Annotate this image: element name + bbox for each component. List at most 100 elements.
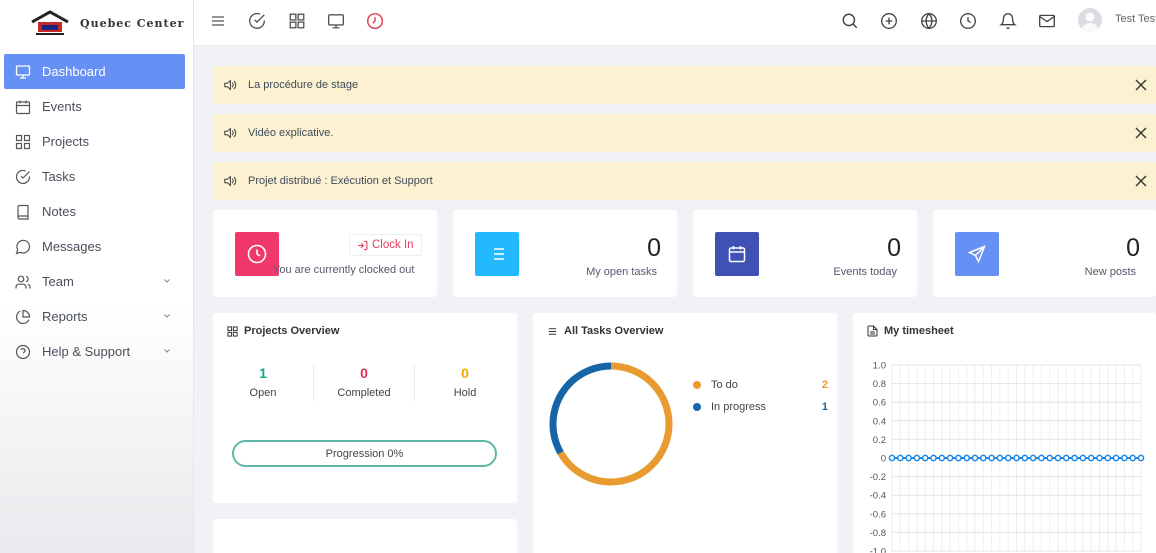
brand-logo [26, 8, 74, 38]
sidebar-item-label: Team [42, 274, 74, 289]
data-point[interactable] [913, 454, 921, 462]
brand[interactable]: Quebec Center [0, 0, 194, 46]
data-point[interactable] [1013, 454, 1020, 462]
data-point[interactable] [979, 454, 987, 462]
sidebar-item-label: Projects [42, 134, 89, 149]
book-icon [17, 204, 29, 220]
data-point[interactable] [1029, 454, 1037, 462]
sidebar-item-projects[interactable]: Projects [4, 124, 185, 159]
legend-count: 2 [821, 379, 828, 391]
data-point[interactable] [1046, 454, 1054, 462]
legend-todo[interactable]: To do 2 [693, 379, 828, 391]
data-point[interactable] [1054, 454, 1062, 462]
sidebar-item-team[interactable]: Team [4, 264, 185, 299]
sidebar-item-messages[interactable]: Messages [4, 229, 185, 264]
projects-open[interactable]: 1 Open [213, 365, 313, 399]
clock-in-button[interactable]: Clock In [349, 234, 422, 256]
announcement-banner[interactable]: Vidéo explicative. [213, 114, 1156, 152]
grid-icon[interactable] [288, 12, 306, 30]
data-point[interactable] [971, 454, 979, 462]
file-icon [867, 325, 878, 337]
data-point[interactable] [1071, 454, 1078, 462]
brand-name: Quebec Center [80, 16, 185, 30]
data-point[interactable] [1079, 454, 1087, 462]
data-point[interactable] [963, 454, 971, 462]
data-point[interactable] [1137, 454, 1145, 462]
announcement-banner[interactable]: Projet distribué : Exécution et Support [213, 162, 1156, 200]
data-point[interactable] [1121, 454, 1128, 462]
sidebar-item-label: Reports [42, 309, 88, 324]
open-tasks-card[interactable]: 0 My open tasks [453, 210, 677, 297]
plus-circle-icon[interactable] [880, 12, 898, 30]
new-posts-card[interactable]: 0 New posts [933, 210, 1156, 297]
calendar-icon [728, 246, 746, 263]
send-icon [967, 245, 986, 264]
data-point[interactable] [1062, 454, 1070, 462]
announcement-text[interactable]: Projet distribué : Exécution et Support [248, 175, 433, 187]
data-point[interactable] [1021, 454, 1029, 462]
data-point[interactable] [930, 454, 937, 462]
data-point[interactable] [888, 454, 896, 462]
data-point[interactable] [988, 454, 995, 462]
clock-in-label: Clock In [372, 239, 414, 251]
pie-chart-icon [16, 309, 31, 324]
sidebar-item-notes[interactable]: Notes [4, 194, 185, 229]
mail-icon[interactable] [1038, 12, 1056, 30]
sidebar-item-help-support[interactable]: Help & Support [4, 334, 185, 369]
bell-icon[interactable] [999, 12, 1017, 30]
timesheet-panel: My timesheet 1.0 0.8 0.6 0.4 0.2 0 -0.2 -0.4 -0.… [853, 313, 1156, 553]
data-point[interactable] [938, 454, 946, 462]
data-point[interactable] [1104, 454, 1112, 462]
data-point[interactable] [1038, 454, 1045, 462]
sidebar-item-label: Dashboard [42, 64, 106, 79]
data-point[interactable] [1096, 454, 1103, 462]
sidebar-item-tasks[interactable]: Tasks [4, 159, 185, 194]
menu-icon[interactable] [209, 12, 227, 30]
new-posts-label: New posts [1084, 266, 1136, 278]
data-point[interactable] [1112, 454, 1120, 462]
data-point[interactable] [996, 454, 1004, 462]
close-icon[interactable] [1134, 126, 1148, 140]
panel-title-text: My timesheet [884, 325, 954, 337]
data-point[interactable] [1087, 454, 1095, 462]
new-posts-count: 0 [1126, 234, 1140, 262]
clock-icon[interactable] [959, 12, 977, 30]
clock-status: You are currently clocked out [273, 264, 415, 276]
data-point[interactable] [905, 454, 912, 462]
sidebar-item-events[interactable]: Events [4, 89, 185, 124]
projects-hold-count: 0 [461, 365, 469, 381]
avatar[interactable] [1078, 8, 1102, 32]
check-circle-icon[interactable] [248, 12, 266, 30]
data-point[interactable] [1004, 454, 1012, 462]
projects-hold[interactable]: 0 Hold [415, 365, 515, 399]
data-point[interactable] [955, 454, 962, 462]
clock-red-icon[interactable] [366, 12, 384, 30]
tasks-donut-chart [549, 362, 673, 486]
data-point[interactable] [896, 454, 904, 462]
close-icon[interactable] [1134, 78, 1148, 92]
announcement-banner[interactable]: La procédure de stage [213, 66, 1156, 104]
data-point[interactable] [1129, 454, 1137, 462]
globe-icon[interactable] [920, 12, 938, 30]
user-name[interactable]: Test Test [1115, 13, 1156, 25]
data-point[interactable] [921, 454, 929, 462]
progress-bar: Progression 0% [232, 440, 497, 467]
events-today-card[interactable]: 0 Events today [693, 210, 917, 297]
sidebar-item-reports[interactable]: Reports [4, 299, 185, 334]
announcement-text[interactable]: La procédure de stage [248, 79, 358, 91]
close-icon[interactable] [1134, 174, 1148, 188]
speaker-icon [224, 175, 237, 187]
events-today-count: 0 [887, 234, 901, 262]
legend-count: 1 [821, 401, 828, 413]
data-point[interactable] [946, 454, 954, 462]
topbar: Test Test [194, 0, 1156, 46]
sidebar-item-dashboard[interactable]: Dashboard [4, 54, 185, 89]
monitor-icon[interactable] [327, 12, 345, 30]
open-tasks-label: My open tasks [586, 266, 657, 278]
announcement-text[interactable]: Vidéo explicative. [248, 127, 333, 139]
legend-in-progress[interactable]: In progress 1 [693, 401, 828, 413]
events-today-label: Events today [833, 266, 897, 278]
projects-completed[interactable]: 0 Completed [314, 365, 414, 399]
chevron-down-icon [164, 314, 170, 318]
search-icon[interactable] [841, 12, 859, 30]
